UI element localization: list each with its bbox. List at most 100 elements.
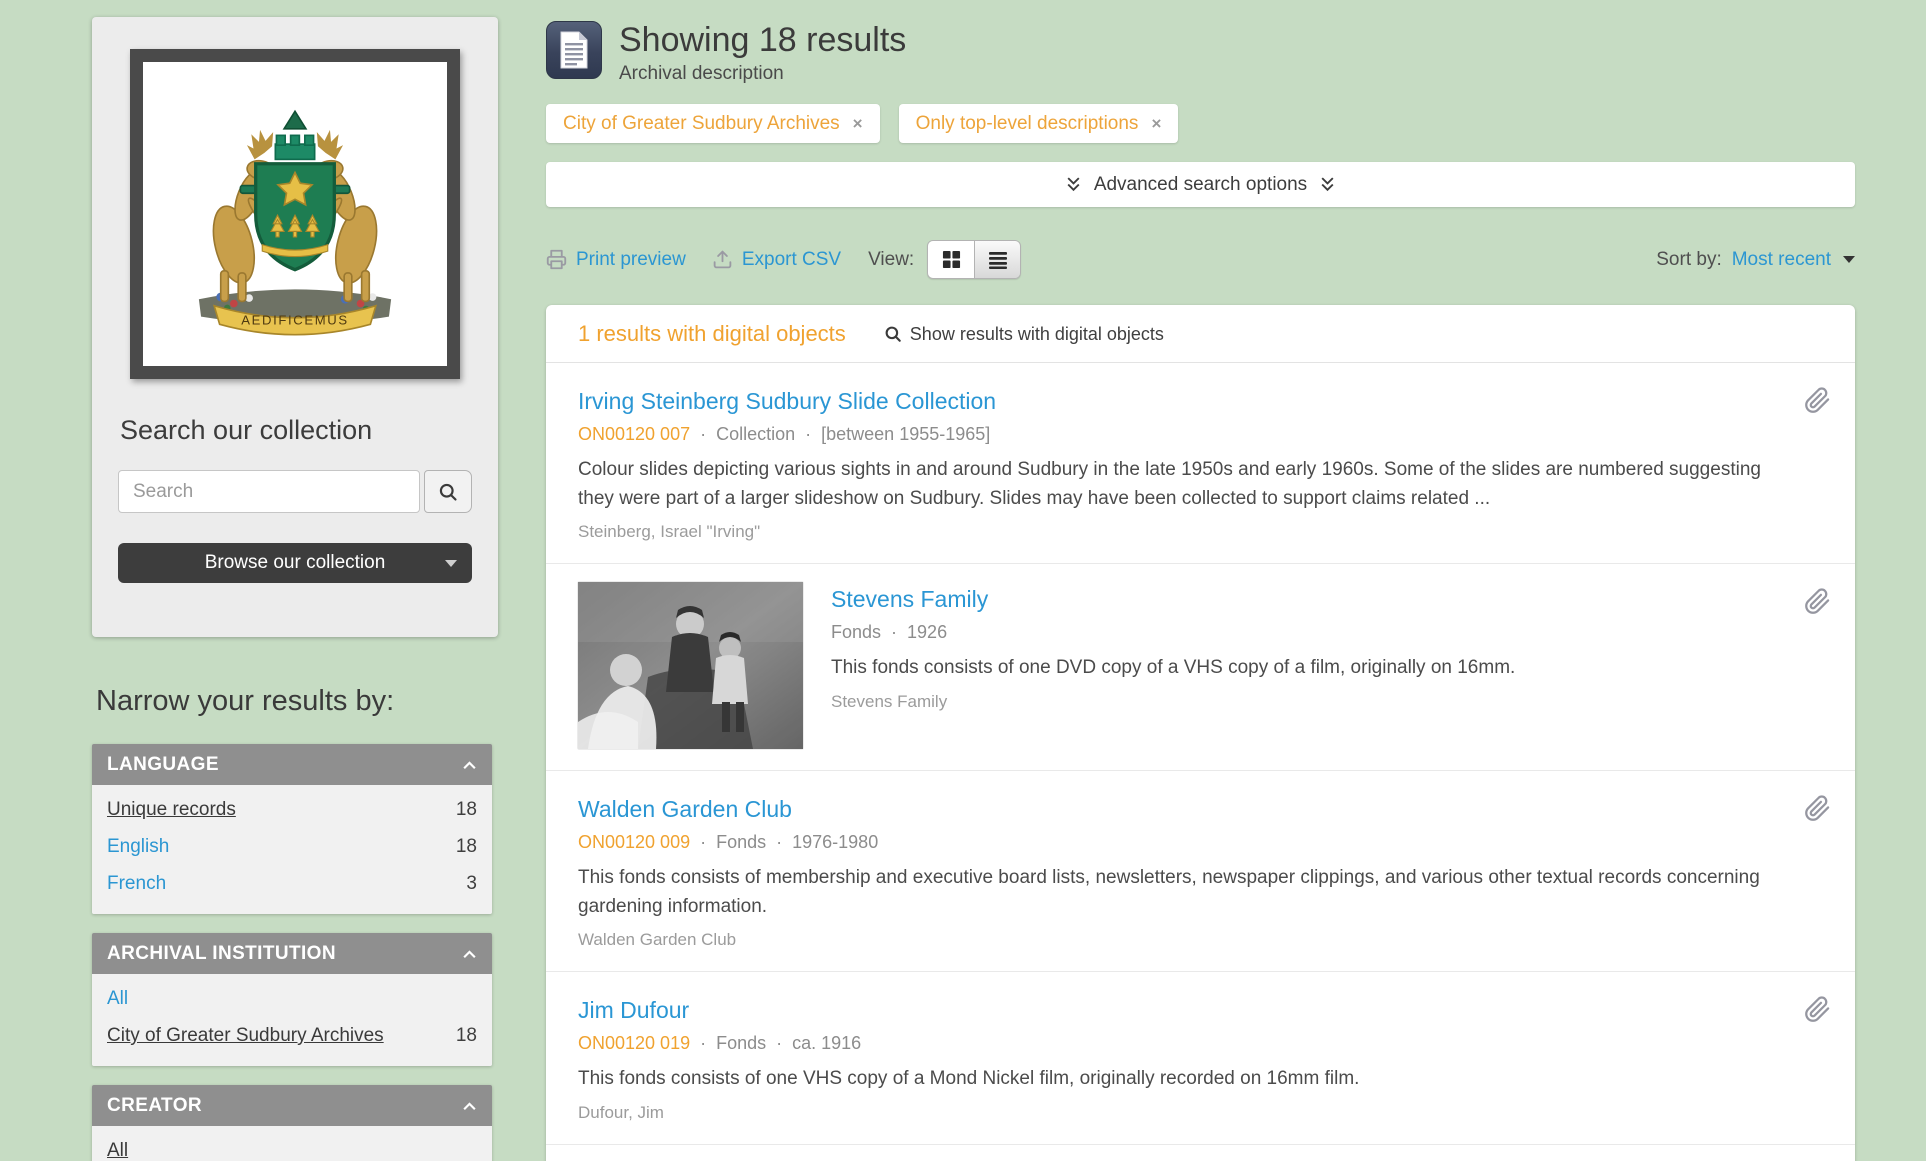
result-creator: Steinberg, Israel "Irving" — [578, 522, 1765, 542]
reference-code: ON00120 007 — [578, 424, 690, 444]
advanced-search-toggle[interactable]: Advanced search options — [546, 162, 1855, 207]
facet-body: All Chelmsford Women's Institute 1 — [92, 1126, 492, 1161]
result-date: ca. 1916 — [766, 1033, 861, 1053]
show-digital-objects-label: Show results with digital objects — [910, 324, 1164, 345]
chevron-up-icon — [462, 949, 477, 959]
result-description: This fonds consists of one VHS copy of a… — [578, 1065, 1765, 1094]
facet-link[interactable]: All — [107, 1140, 128, 1161]
result-title-link[interactable]: Stevens Family — [831, 586, 988, 613]
result-description: This fonds consists of membership and ex… — [578, 864, 1765, 921]
facet-language: LANGUAGE Unique records 18 English 18 Fr… — [92, 744, 492, 914]
search-icon — [884, 325, 902, 343]
search-input[interactable] — [118, 470, 420, 513]
search-submit-button[interactable] — [424, 470, 472, 513]
paperclip-icon — [1804, 387, 1831, 414]
facet-count: 18 — [456, 836, 477, 858]
facet-item-english: English 18 — [107, 828, 477, 865]
browse-collection-label: Browse our collection — [205, 552, 386, 573]
results-panel: 1 results with digital objects Show resu… — [546, 305, 1855, 1161]
level-of-description: Fonds — [831, 622, 881, 642]
facet-creator-header[interactable]: CREATOR — [92, 1085, 492, 1126]
caret-down-icon — [445, 560, 457, 567]
facet-body: Unique records 18 English 18 French 3 — [92, 785, 492, 914]
facet-title: CREATOR — [107, 1095, 202, 1117]
facet-link[interactable]: French — [107, 873, 166, 895]
result-item-jim-dufour: Jim Dufour ON00120 019Fondsca. 1916 This… — [546, 971, 1855, 1144]
main-content: Showing 18 results Archival description … — [546, 17, 1855, 1161]
facet-link[interactable]: English — [107, 836, 169, 858]
facet-item-all-institutions: All — [107, 980, 477, 1017]
filter-tag-label: City of Greater Sudbury Archives — [563, 113, 840, 135]
result-description: Colour slides depicting various sights i… — [578, 456, 1765, 513]
facet-creator: CREATOR All Chelmsford Women's Institute… — [92, 1085, 492, 1161]
facet-item-sudbury-archives: City of Greater Sudbury Archives 18 — [107, 1017, 477, 1054]
view-label: View: — [868, 249, 914, 271]
sidebar-panel: AEDIFICEMUS Search our collection Browse… — [92, 17, 498, 637]
export-csv-link[interactable]: Export CSV — [712, 249, 841, 271]
facet-body: All City of Greater Sudbury Archives 18 — [92, 974, 492, 1066]
result-item-irving-steinberg: Irving Steinberg Sudbury Slide Collectio… — [546, 363, 1855, 563]
result-creator: Walden Garden Club — [578, 930, 1765, 950]
result-content: Stevens Family Fonds1926 This fonds cons… — [831, 582, 1765, 749]
sort-by-label: Sort by: — [1656, 249, 1721, 271]
result-creator: Dufour, Jim — [578, 1103, 1765, 1123]
coat-of-arms-image: AEDIFICEMUS — [153, 72, 437, 356]
level-of-description: Collection — [690, 424, 795, 444]
facet-archival-institution-header[interactable]: ARCHIVAL INSTITUTION — [92, 933, 492, 974]
printer-icon — [546, 249, 567, 270]
result-title-link[interactable]: Jim Dufour — [578, 997, 689, 1024]
search-row — [118, 470, 472, 513]
facet-link[interactable]: City of Greater Sudbury Archives — [107, 1025, 384, 1047]
motto-text: AEDIFICEMUS — [241, 312, 349, 327]
result-title-link[interactable]: Walden Garden Club — [578, 796, 792, 823]
page: AEDIFICEMUS Search our collection Browse… — [0, 0, 1926, 1161]
level-of-description: Fonds — [690, 832, 766, 852]
filter-tag-institution: City of Greater Sudbury Archives — [546, 104, 880, 143]
sort-value-dropdown[interactable]: Most recent — [1732, 249, 1831, 271]
view-toggle-group — [927, 240, 1021, 279]
advanced-search-label: Advanced search options — [1094, 174, 1307, 196]
title-block: Showing 18 results Archival description — [619, 21, 906, 85]
result-meta: Fonds1926 — [831, 622, 1765, 643]
show-digital-objects-link[interactable]: Show results with digital objects — [884, 324, 1164, 345]
browse-collection-button[interactable]: Browse our collection — [118, 543, 472, 583]
search-collection-heading: Search our collection — [118, 415, 472, 446]
result-description: This fonds consists of one DVD copy of a… — [831, 654, 1765, 683]
facet-language-header[interactable]: LANGUAGE — [92, 744, 492, 785]
result-thumbnail[interactable] — [578, 582, 803, 749]
reference-code: ON00120 019 — [578, 1033, 690, 1053]
facet-count: 18 — [456, 1025, 477, 1047]
digital-objects-header: 1 results with digital objects Show resu… — [546, 305, 1855, 363]
document-icon — [557, 30, 591, 70]
coat-of-arms-frame: AEDIFICEMUS — [130, 49, 460, 379]
result-date: [between 1955-1965] — [795, 424, 990, 444]
filter-tag-top-level: Only top-level descriptions — [899, 104, 1179, 143]
results-header: Showing 18 results Archival description — [546, 21, 1855, 85]
page-title: Showing 18 results — [619, 21, 906, 60]
reference-code: ON00120 009 — [578, 832, 690, 852]
result-item-denis-landry: Denis Landry ON00120 008Fonds194- - 2001… — [546, 1144, 1855, 1161]
result-creator: Stevens Family — [831, 692, 1765, 712]
narrow-results-heading: Narrow your results by: — [96, 685, 498, 718]
double-chevron-down-icon — [1066, 176, 1081, 193]
facet-link[interactable]: Unique records — [107, 799, 236, 821]
remove-filter-icon[interactable] — [1151, 115, 1161, 132]
result-title-link[interactable]: Irving Steinberg Sudbury Slide Collectio… — [578, 388, 996, 415]
caret-down-icon[interactable] — [1843, 256, 1855, 263]
facet-count: 18 — [456, 799, 477, 821]
sort-area: Sort by: Most recent — [1656, 249, 1855, 271]
paperclip-icon — [1804, 795, 1831, 822]
list-view-button[interactable] — [974, 241, 1020, 278]
print-preview-link[interactable]: Print preview — [546, 249, 686, 271]
card-view-button[interactable] — [928, 241, 974, 278]
results-toolbar: Print preview Export CSV View: — [546, 240, 1855, 279]
search-icon — [438, 482, 458, 502]
double-chevron-down-icon — [1320, 176, 1335, 193]
filter-tag-label: Only top-level descriptions — [916, 113, 1139, 135]
result-item-stevens-family: Stevens Family Fonds1926 This fonds cons… — [546, 563, 1855, 770]
chevron-up-icon — [462, 1101, 477, 1111]
remove-filter-icon[interactable] — [853, 115, 863, 132]
result-meta: ON00120 019Fondsca. 1916 — [578, 1033, 1765, 1054]
export-csv-label: Export CSV — [742, 249, 841, 271]
facet-link[interactable]: All — [107, 988, 128, 1010]
